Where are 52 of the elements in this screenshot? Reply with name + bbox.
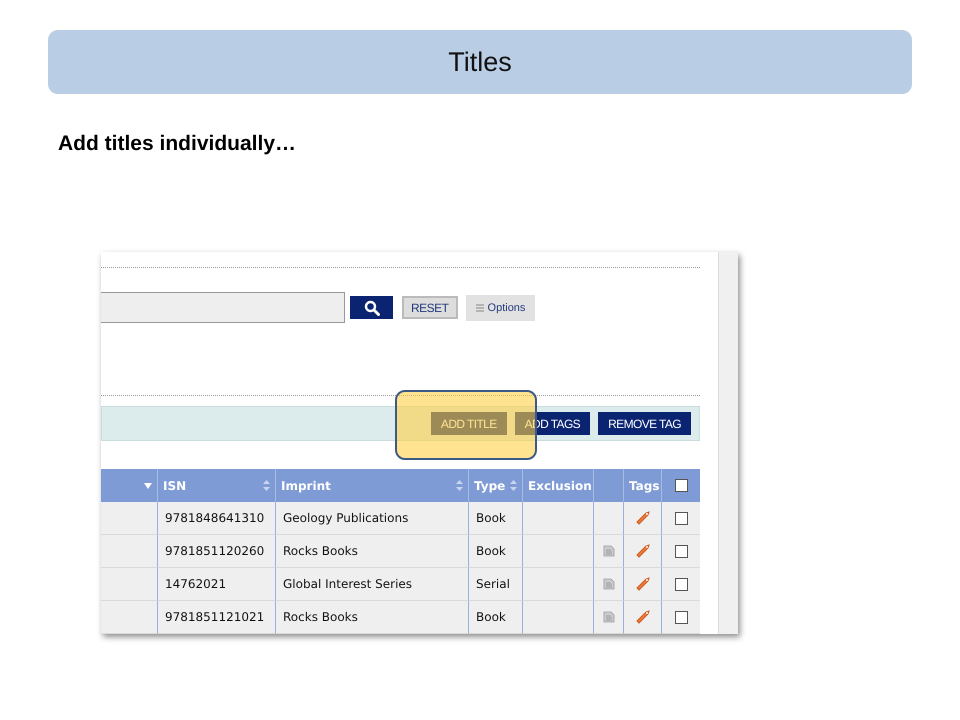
sort-descending-icon[interactable] (144, 482, 152, 488)
slide-title: Titles (448, 46, 512, 78)
menu-icon (476, 304, 484, 312)
checkbox[interactable] (674, 544, 688, 558)
column-header[interactable]: Tags (623, 469, 661, 502)
sort-icon[interactable] (510, 480, 517, 491)
column-header[interactable]: Imprint (275, 469, 468, 502)
search-button[interactable] (350, 296, 393, 319)
toolbar-button[interactable]: ADD TITLE (430, 412, 507, 435)
table-cell (522, 502, 593, 535)
checkbox[interactable] (674, 512, 688, 524)
table-cell: 9781848641310 (157, 502, 275, 535)
table-cell: Rocks Books (275, 535, 468, 568)
document-icon[interactable] (602, 545, 614, 557)
checkbox[interactable] (674, 578, 688, 590)
column-header[interactable] (661, 469, 700, 502)
table-cell: Serial (468, 568, 522, 601)
sort-icon[interactable] (456, 480, 463, 491)
table-cell: Geology Publications (275, 502, 468, 535)
table-cell (101, 568, 157, 601)
column-label: ISN (163, 478, 186, 492)
table-cell (101, 535, 157, 568)
table-cell: Book (468, 535, 522, 568)
toolbar-button[interactable]: ADD TAGS (514, 412, 590, 435)
checkbox[interactable] (674, 610, 688, 624)
search-icon (364, 300, 380, 316)
column-label: Tags (629, 478, 660, 492)
table-cell (101, 502, 157, 535)
checkbox[interactable] (674, 479, 688, 492)
column-label: Type (474, 478, 506, 492)
column-label: Exclusion (528, 478, 592, 492)
document-icon[interactable] (602, 611, 614, 623)
sort-icon[interactable] (263, 480, 270, 491)
slide-subtitle: Add titles individually… (58, 132, 296, 156)
column-label: Imprint (281, 478, 331, 492)
column-header[interactable]: Type (468, 469, 522, 502)
table-cell: Rocks Books (275, 601, 468, 634)
table-cell: 9781851120260 (157, 535, 275, 568)
document-icon[interactable] (602, 578, 614, 590)
toolbar-button[interactable]: REMOVE TAG (598, 412, 691, 435)
table-cell: 14762021 (157, 568, 275, 601)
search-field[interactable] (101, 292, 345, 323)
table-cell: Global Interest Series (275, 568, 468, 601)
table-cell (101, 601, 157, 634)
table-cell: Book (468, 601, 522, 634)
reset-button[interactable]: RESET (402, 296, 458, 319)
column-header[interactable]: Exclusion (522, 469, 593, 502)
scrollbar[interactable] (718, 252, 738, 634)
options-button[interactable]: Options (466, 294, 536, 320)
column-header[interactable]: ISN (157, 469, 275, 502)
table-cell: Book (468, 502, 522, 535)
table-cell: 9781851121021 (157, 601, 275, 634)
